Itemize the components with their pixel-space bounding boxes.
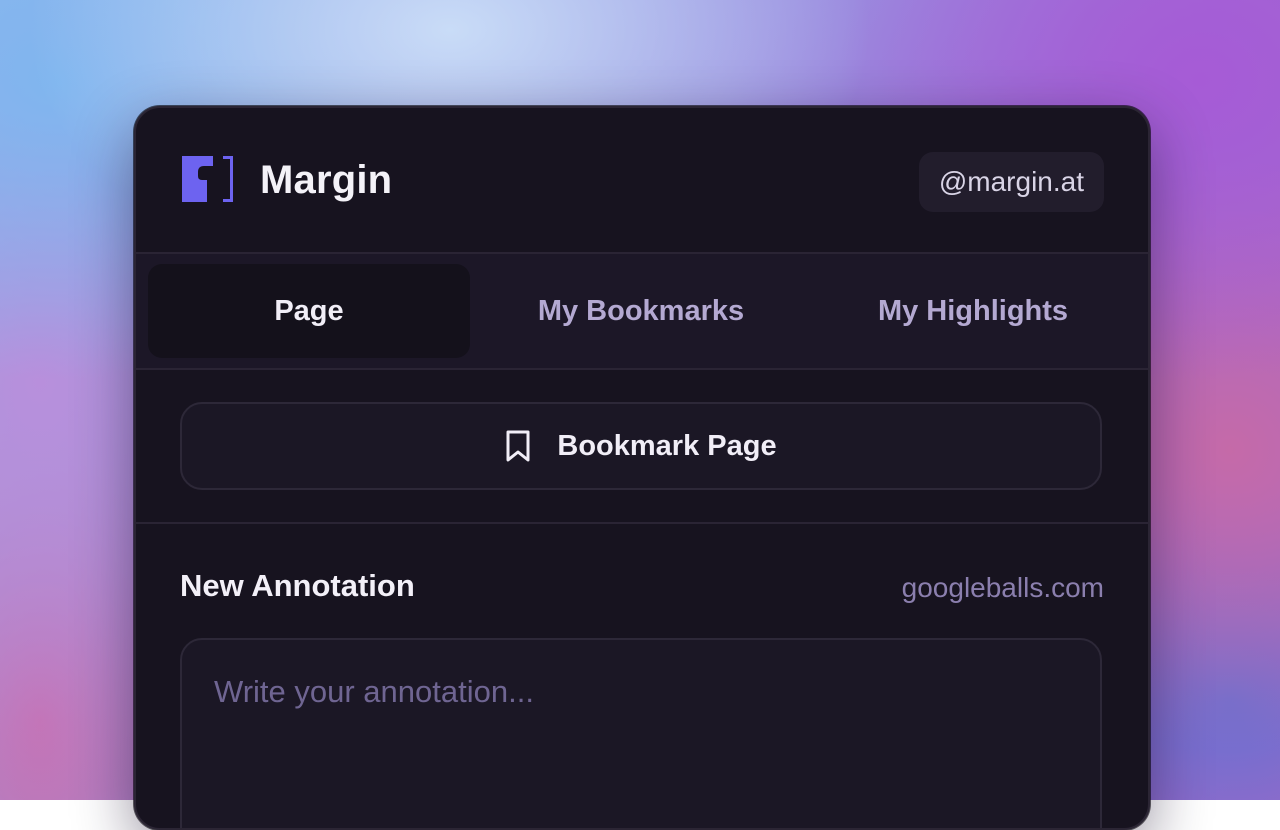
extension-panel: Margin @margin.at Page My Bookmarks My H… — [134, 106, 1150, 830]
app-title: Margin — [260, 158, 393, 202]
panel-header: Margin @margin.at — [136, 108, 1148, 254]
user-handle-badge[interactable]: @margin.at — [918, 152, 1104, 212]
annotation-box — [180, 638, 1102, 828]
bookmark-page-label: Bookmark Page — [557, 429, 777, 462]
tab-my-bookmarks[interactable]: My Bookmarks — [476, 264, 806, 358]
bookmark-icon — [506, 430, 530, 462]
page-domain: googleballs.com — [901, 572, 1104, 603]
tab-page[interactable]: Page — [148, 264, 470, 358]
new-annotation-heading: New Annotation — [180, 568, 415, 603]
bookmark-page-button[interactable]: Bookmark Page — [180, 402, 1102, 490]
tab-my-highlights[interactable]: My Highlights — [812, 264, 1134, 358]
annotation-input[interactable] — [182, 640, 1100, 828]
margin-logo-icon — [182, 156, 233, 202]
tab-bar: Page My Bookmarks My Highlights — [136, 254, 1148, 370]
bookmark-section: Bookmark Page — [136, 370, 1148, 524]
